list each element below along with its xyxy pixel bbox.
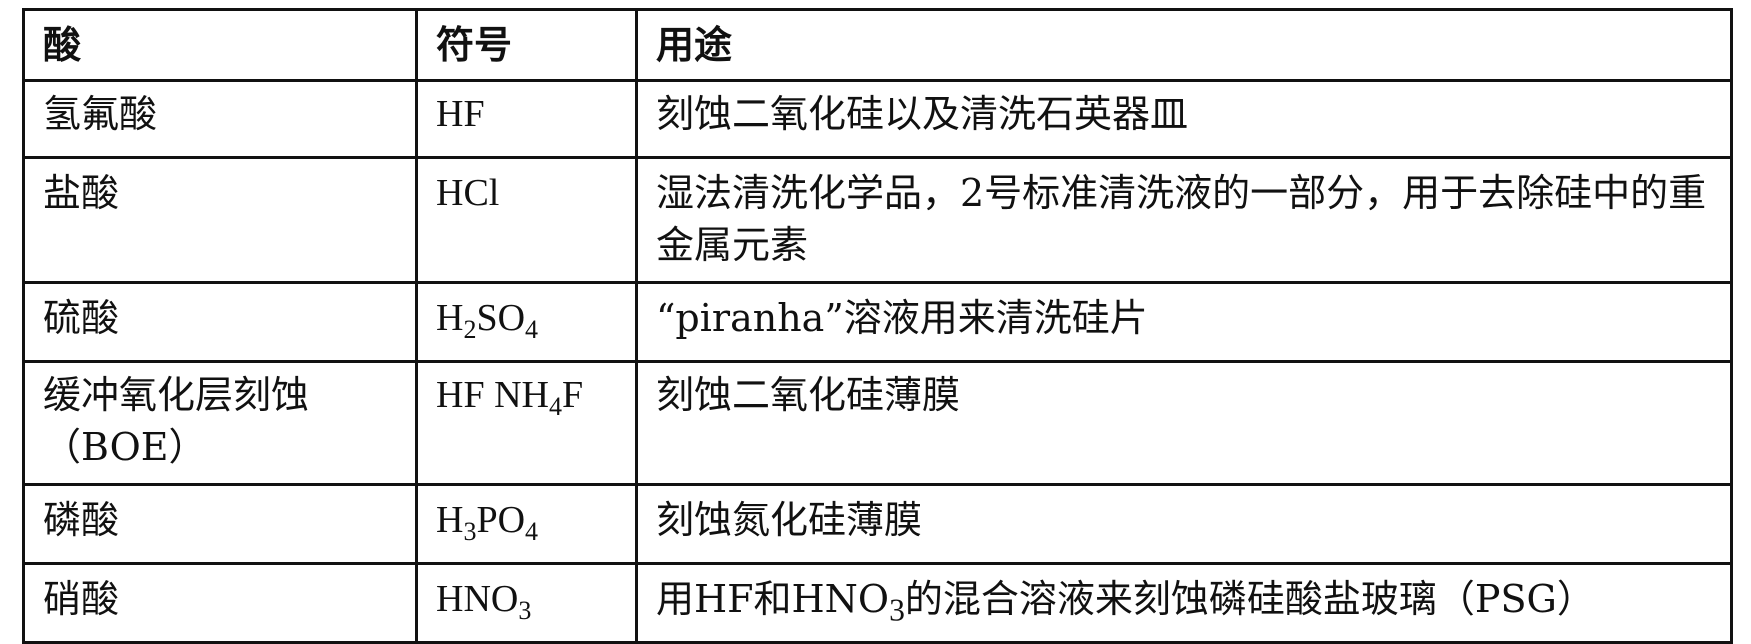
formula-main: F [561,374,584,416]
acid-symbol: H2SO4 [415,281,638,363]
acid-usage: 刻蚀二氧化硅以及清洗石英器皿 [635,79,1733,159]
acid-usage: 刻蚀氮化硅薄膜 [635,483,1733,565]
acid-name: 氢氟酸 [22,79,418,159]
formula-main: HF NH [436,374,549,416]
acid-usage: 用HF和HNO3的混合溶液来刻蚀磷硅酸盐玻璃（PSG） [635,562,1733,644]
header-acid: 酸 [22,8,418,82]
table-row: 磷酸 H3PO4 刻蚀氮化硅薄膜 [22,483,1733,565]
formula-main: HNO [436,578,519,620]
acid-name: 硫酸 [22,281,418,363]
acid-name: 硝酸 [22,562,418,644]
formula-main: H [436,297,464,339]
formula-subscript: 2 [463,315,477,344]
usage-text-after: 的混合溶液来刻蚀磷硅酸盐玻璃（PSG） [904,577,1595,621]
table-row: 盐酸 HCl 湿法清洗化学品，2号标准清洗液的一部分，用于去除硅中的重金属元素 [22,156,1733,284]
table-row: 氢氟酸 HF 刻蚀二氧化硅以及清洗石英器皿 [22,79,1733,159]
acid-name: 盐酸 [22,156,418,284]
formula-subscript: 4 [548,392,562,421]
table-header-row: 酸 符号 用途 [22,8,1733,82]
acid-usage: 刻蚀二氧化硅薄膜 [635,360,1733,486]
formula-main: SO [476,297,526,339]
table-row: 硫酸 H2SO4 “piranha”溶液用来清洗硅片 [22,281,1733,363]
formula-subscript: 3 [518,596,532,625]
acid-symbol: HNO3 [415,562,638,644]
formula-subscript: 4 [525,517,539,546]
formula-subscript: 3 [463,517,477,546]
acid-symbol: HF NH4F [415,360,638,486]
usage-subscript: 3 [889,592,905,628]
header-usage: 用途 [635,8,1733,82]
formula-main: H [436,499,464,541]
table-row: 硝酸 HNO3 用HF和HNO3的混合溶液来刻蚀磷硅酸盐玻璃（PSG） [22,562,1733,644]
formula-main: PO [476,499,526,541]
usage-text-before: 用HF和HNO [656,577,890,621]
acid-symbol: HCl [415,156,638,284]
acid-usage-table: 酸 符号 用途 氢氟酸 HF 刻蚀二氧化硅以及清洗石英器皿 盐酸 HCl 湿法清… [22,8,1733,644]
header-symbol: 符号 [415,8,638,82]
acid-symbol: H3PO4 [415,483,638,565]
acid-usage: “piranha”溶液用来清洗硅片 [635,281,1733,363]
acid-usage: 湿法清洗化学品，2号标准清洗液的一部分，用于去除硅中的重金属元素 [635,156,1733,284]
table-row: 缓冲氧化层刻蚀（BOE） HF NH4F 刻蚀二氧化硅薄膜 [22,360,1733,486]
acid-name: 缓冲氧化层刻蚀（BOE） [22,360,418,486]
formula-subscript: 4 [525,315,539,344]
acid-symbol: HF [415,79,638,159]
acid-name: 磷酸 [22,483,418,565]
